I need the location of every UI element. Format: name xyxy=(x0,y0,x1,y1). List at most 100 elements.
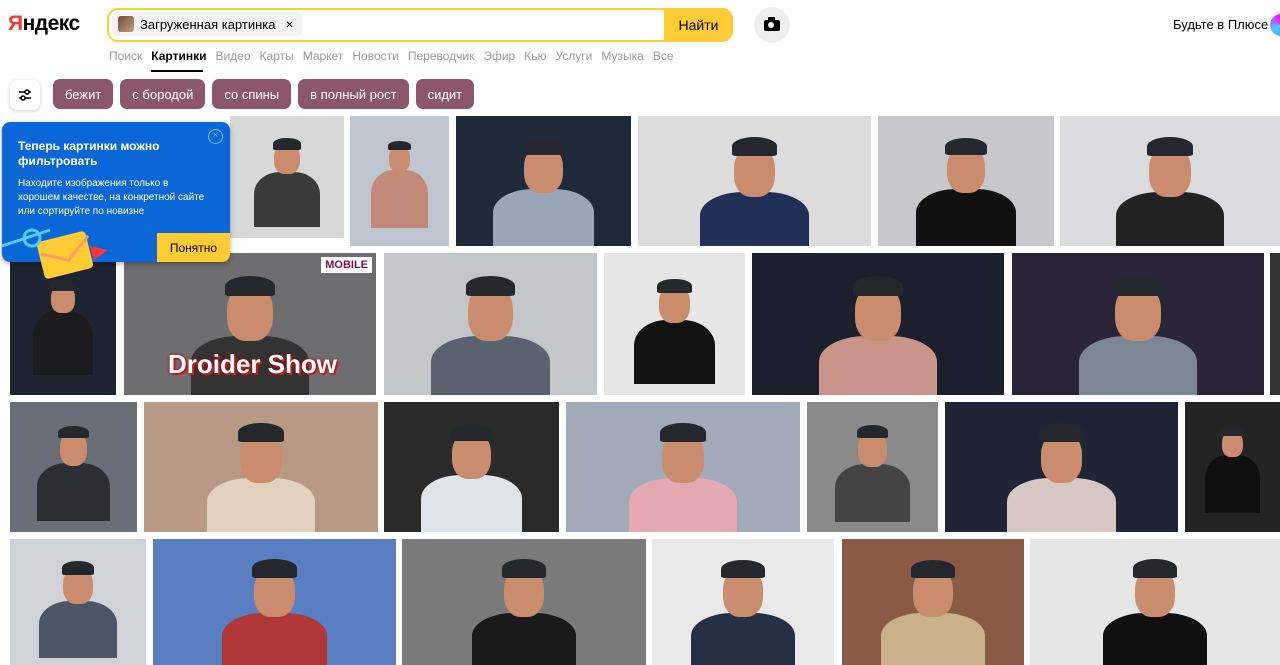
photo-person-torso xyxy=(254,171,320,227)
image-result[interactable] xyxy=(10,402,137,532)
image-result[interactable] xyxy=(1185,402,1280,532)
image-result[interactable] xyxy=(604,253,745,395)
uploaded-image-chip: Загруженная картинка × xyxy=(112,12,302,36)
photo-person-torso xyxy=(39,601,117,658)
image-result[interactable] xyxy=(350,116,449,246)
image-result[interactable] xyxy=(752,253,1004,395)
photo-person-cap xyxy=(1038,423,1085,442)
image-result[interactable] xyxy=(384,253,597,395)
photo-person-cap xyxy=(252,559,297,578)
image-result[interactable] xyxy=(638,116,871,246)
image-result[interactable] xyxy=(652,539,834,665)
photo-person-torso xyxy=(1078,336,1198,395)
popup-body: Находите изображения только в хорошем ка… xyxy=(18,178,205,217)
nav-active-underline xyxy=(151,70,203,72)
image-result[interactable] xyxy=(1270,253,1280,395)
nav-item[interactable]: Услуги xyxy=(555,49,592,63)
service-nav: Поиск Картинки Видео Карты Маркет Новости Пере… xyxy=(109,49,674,63)
photo-person-cap xyxy=(1147,137,1193,156)
photo-person-torso xyxy=(700,192,809,246)
popup-title: Теперь картинки можно фильтровать xyxy=(18,139,160,168)
image-result[interactable] xyxy=(402,539,646,665)
refine-tag[interactable]: со спины xyxy=(212,79,292,109)
image-result[interactable] xyxy=(945,402,1178,532)
nav-item[interactable]: Поиск xyxy=(109,49,142,63)
find-button[interactable]: Найти xyxy=(664,8,733,42)
camera-search-button[interactable] xyxy=(754,7,790,43)
image-result[interactable] xyxy=(1012,253,1264,395)
photo-person-torso xyxy=(628,478,738,532)
image-result[interactable] xyxy=(230,116,344,238)
photo-person-cap xyxy=(465,276,516,297)
nav-item[interactable]: Видео xyxy=(215,49,250,63)
photo-person-cap xyxy=(856,425,889,439)
image-result[interactable] xyxy=(566,402,800,532)
photo-person-cap xyxy=(944,137,988,156)
photo-person-cap xyxy=(731,137,778,156)
photo-person-cap xyxy=(501,559,547,578)
uploaded-image-thumbnail xyxy=(118,16,134,32)
photo-person-torso xyxy=(1102,613,1208,665)
filter-sliders-icon xyxy=(19,89,31,101)
photo-person-cap xyxy=(225,276,275,297)
remove-image-icon[interactable]: × xyxy=(285,16,293,32)
photo-person-cap xyxy=(1132,559,1178,578)
image-result[interactable] xyxy=(1060,116,1280,246)
image-result[interactable] xyxy=(153,539,396,665)
photo-person-cap xyxy=(58,425,89,439)
photo-overlay-text: Droider Show xyxy=(168,349,338,379)
refine-tag[interactable]: бежит xyxy=(53,79,114,109)
image-result[interactable] xyxy=(144,402,378,532)
image-result[interactable] xyxy=(807,402,938,532)
plus-icon[interactable] xyxy=(1270,14,1280,36)
nav-item[interactable]: Кью xyxy=(524,49,546,63)
close-icon[interactable]: × xyxy=(208,129,223,144)
popup-illustration xyxy=(2,228,108,279)
photo-person-torso xyxy=(915,189,1017,246)
photo-person-cap xyxy=(853,276,903,297)
refine-tags: бежит с бородой со спины в полный рост сидит xyxy=(53,79,475,109)
nav-item[interactable]: Эфир xyxy=(483,49,515,63)
image-result[interactable]: MOBILE Droider Show xyxy=(124,253,376,395)
photo-person-torso xyxy=(818,336,938,395)
photo-person-cap xyxy=(1113,276,1163,297)
image-result[interactable] xyxy=(1030,539,1280,665)
plus-link[interactable]: Будьте в Плюсе xyxy=(1173,17,1268,32)
photo-person-torso xyxy=(493,188,594,246)
refine-tag[interactable]: в полный рост xyxy=(298,79,409,109)
photo-person-torso xyxy=(1007,478,1116,532)
logo-letter: Я xyxy=(8,12,23,35)
photo-person-torso xyxy=(880,612,986,665)
photo-person-cap xyxy=(273,138,301,150)
image-result[interactable] xyxy=(384,402,559,532)
photo-person-torso xyxy=(371,169,428,229)
image-result[interactable] xyxy=(10,539,146,665)
nav-item[interactable]: Маркет xyxy=(303,49,344,63)
photo-person-torso xyxy=(431,336,550,395)
popup-ok-button[interactable]: Понятно xyxy=(157,233,230,262)
photo-badge: MOBILE xyxy=(321,257,372,273)
image-result[interactable] xyxy=(456,116,631,246)
refine-tag[interactable]: с бородой xyxy=(120,79,206,109)
image-result[interactable] xyxy=(842,539,1024,665)
nav-item[interactable]: Новости xyxy=(352,49,398,63)
refine-tag[interactable]: сидит xyxy=(415,79,475,109)
photo-person-cap xyxy=(660,423,706,442)
photo-person-cap xyxy=(61,561,95,575)
image-result[interactable] xyxy=(878,116,1054,246)
photo-person-torso xyxy=(634,319,715,384)
nav-item[interactable]: Переводчик xyxy=(408,49,475,63)
photo-person-torso xyxy=(222,613,327,665)
nav-item[interactable]: Музыка xyxy=(601,49,643,63)
yandex-logo[interactable]: Яндекс xyxy=(8,12,80,36)
photo-person-torso xyxy=(206,478,316,532)
filter-tip-popup: Теперь картинки можно фильтровать Находи… xyxy=(2,122,230,279)
filters-button[interactable] xyxy=(10,80,40,110)
nav-item[interactable]: Карты xyxy=(260,49,294,63)
nav-item[interactable]: Все xyxy=(653,49,674,63)
photo-person-torso xyxy=(1115,192,1225,246)
photo-person-cap xyxy=(910,559,955,578)
logo-text: ндекс xyxy=(22,12,81,35)
nav-item[interactable]: Картинки xyxy=(151,49,206,63)
photo-person-torso xyxy=(421,474,522,532)
